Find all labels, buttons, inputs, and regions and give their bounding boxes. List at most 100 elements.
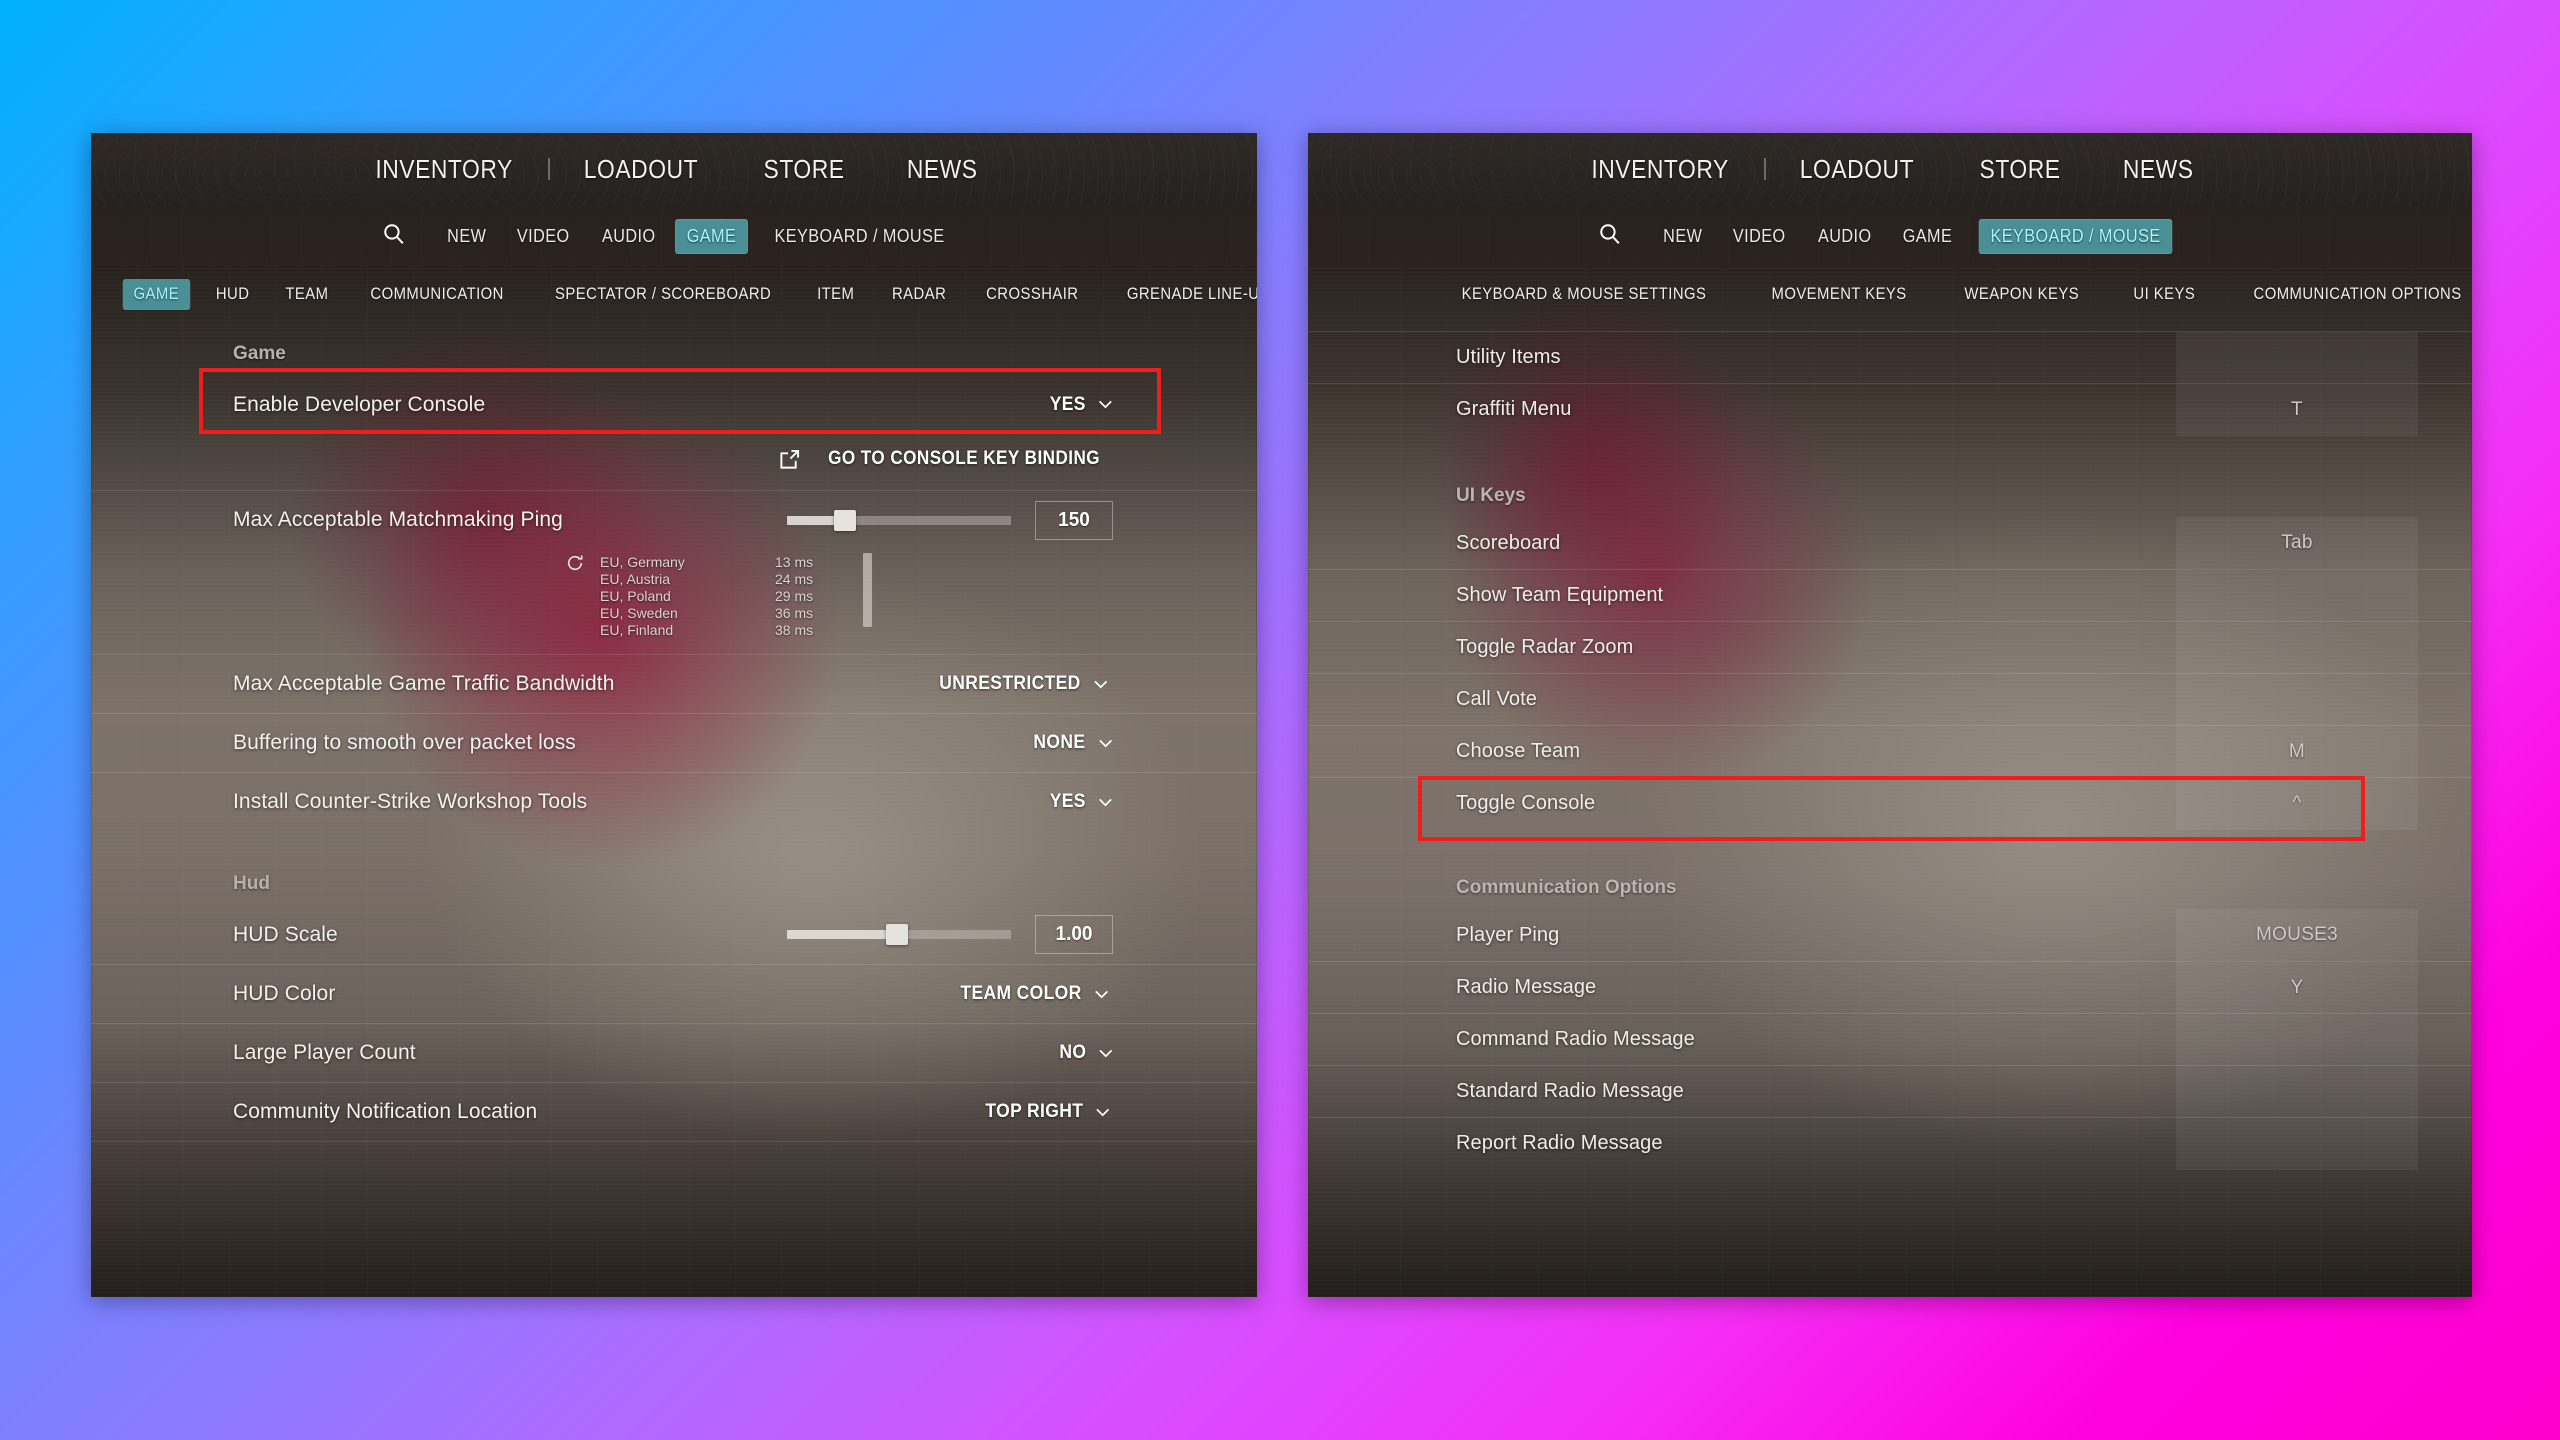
keybind-label: Player Ping: [1456, 923, 1560, 946]
keybind-value[interactable]: ^: [2176, 777, 2418, 830]
dropdown-buffering-packet-loss[interactable]: NONE: [1033, 732, 1112, 754]
dropdown-game-traffic-bandwidth[interactable]: UNRESTRICTED: [940, 673, 1108, 695]
top-nav-news[interactable]: NEWS: [2100, 154, 2217, 185]
keybind-value[interactable]: T: [2176, 383, 2418, 436]
ping-region: EU, Austria: [600, 570, 671, 587]
keybind-value[interactable]: Tab: [2176, 517, 2418, 569]
dropdown-value: YES: [1049, 791, 1086, 812]
slider-knob[interactable]: [885, 924, 908, 945]
subtab-communication-options[interactable]: COMMUNICATION OPTIONS: [2243, 279, 2472, 310]
ping-value: 29 ms: [775, 587, 814, 604]
subtab-communication[interactable]: COMMUNICATION: [359, 279, 514, 310]
keybind-value[interactable]: M: [2176, 725, 2418, 778]
dropdown-value: NO: [1059, 1042, 1086, 1063]
keybind-row-choose-team[interactable]: Choose Team M: [1308, 725, 2472, 778]
setting-label: Max Acceptable Matchmaking Ping: [233, 508, 563, 531]
keybind-row-standard-radio-message[interactable]: Standard Radio Message: [1308, 1065, 2472, 1118]
top-nav-store[interactable]: STORE: [1956, 154, 2083, 185]
keybind-value[interactable]: Y: [2176, 961, 2418, 1014]
dropdown-large-player-count[interactable]: NO: [1059, 1042, 1113, 1064]
setting-row-hud-color[interactable]: HUD Color TEAM COLOR: [91, 964, 1257, 1023]
section-title-hud: Hud: [233, 873, 270, 894]
keybind-value[interactable]: [2176, 1117, 2418, 1170]
category-audio[interactable]: AUDIO: [1806, 219, 1883, 254]
category-game[interactable]: GAME: [1891, 219, 1964, 254]
subtab-crosshair[interactable]: CROSSHAIR: [975, 279, 1089, 310]
top-navigation-bar: INVENTORY LOADOUT STORE NEWS: [91, 133, 1257, 205]
setting-row-hud-scale[interactable]: HUD Scale 1.00: [91, 905, 1257, 964]
search-icon[interactable]: [381, 221, 406, 251]
ping-value: 38 ms: [775, 621, 814, 638]
category-keyboard-mouse[interactable]: KEYBOARD / MOUSE: [1979, 218, 2173, 254]
subtab-movement-keys[interactable]: MOVEMENT KEYS: [1761, 279, 1918, 310]
settings-category-bar: NEW VIDEO AUDIO GAME KEYBOARD / MOUSE: [1308, 205, 2472, 267]
keybind-value[interactable]: [2176, 1013, 2418, 1066]
setting-row-large-player-count[interactable]: Large Player Count NO: [91, 1023, 1257, 1082]
category-keyboard-mouse[interactable]: KEYBOARD / MOUSE: [763, 219, 957, 254]
keybind-row-command-radio-message[interactable]: Command Radio Message: [1308, 1013, 2472, 1066]
dropdown-community-notification-location[interactable]: TOP RIGHT: [985, 1101, 1110, 1123]
setting-row-buffering-packet-loss[interactable]: Buffering to smooth over packet loss NON…: [91, 713, 1257, 772]
top-nav-inventory[interactable]: INVENTORY: [1568, 154, 1751, 185]
ping-row: EU, Austria 24 ms: [600, 570, 845, 587]
top-nav-store[interactable]: STORE: [740, 154, 867, 185]
subtab-team[interactable]: TEAM: [274, 279, 339, 310]
keybind-row-call-vote[interactable]: Call Vote: [1308, 673, 2472, 726]
keybind-row-scoreboard[interactable]: Scoreboard Tab: [1308, 517, 2472, 569]
top-nav-inventory[interactable]: INVENTORY: [352, 154, 535, 185]
setting-row-max-acceptable-game-traffic-bandwidth[interactable]: Max Acceptable Game Traffic Bandwidth UN…: [91, 654, 1257, 713]
subtab-item[interactable]: ITEM: [806, 279, 865, 310]
refresh-icon[interactable]: [566, 554, 584, 572]
keybind-row-player-ping[interactable]: Player Ping MOUSE3: [1308, 909, 2472, 961]
dropdown-hud-color[interactable]: TEAM COLOR: [961, 983, 1109, 1005]
setting-row-community-notification-location[interactable]: Community Notification Location TOP RIGH…: [91, 1082, 1257, 1141]
matchmaking-ping-value[interactable]: 150: [1035, 500, 1113, 540]
keybind-row-utility-items[interactable]: Utility Items: [1308, 331, 2472, 384]
category-new[interactable]: NEW: [435, 219, 498, 254]
category-audio[interactable]: AUDIO: [590, 219, 667, 254]
setting-row-install-workshop-tools[interactable]: Install Counter-Strike Workshop Tools YE…: [91, 772, 1257, 831]
setting-label: Max Acceptable Game Traffic Bandwidth: [233, 672, 615, 695]
hud-scale-value[interactable]: 1.00: [1035, 915, 1113, 954]
subtab-ui-keys[interactable]: UI KEYS: [2122, 279, 2205, 310]
setting-row-enable-developer-console[interactable]: Enable Developer Console YES: [91, 375, 1257, 434]
ping-list-scrollbar[interactable]: [863, 553, 872, 627]
dropdown-enable-developer-console[interactable]: YES: [1050, 394, 1113, 416]
search-icon[interactable]: [1597, 221, 1622, 251]
keybind-row-toggle-console[interactable]: Toggle Console ^: [1308, 777, 2472, 830]
setting-row-max-acceptable-matchmaking-ping[interactable]: Max Acceptable Matchmaking Ping 150: [91, 490, 1257, 549]
game-subtab-bar: GAME HUD TEAM COMMUNICATION SPECTATOR / …: [91, 267, 1257, 321]
keybind-value[interactable]: [2176, 1065, 2418, 1118]
subtab-radar[interactable]: RADAR: [881, 279, 957, 310]
matchmaking-ping-slider[interactable]: [787, 509, 1011, 531]
keybind-row-report-radio-message[interactable]: Report Radio Message: [1308, 1117, 2472, 1170]
hud-scale-slider[interactable]: [787, 924, 1011, 945]
top-nav-news[interactable]: NEWS: [884, 154, 1001, 185]
console-key-binding-link-row[interactable]: GO TO CONSOLE KEY BINDING: [91, 434, 1257, 490]
keybind-row-graffiti-menu[interactable]: Graffiti Menu T: [1308, 383, 2472, 436]
subtab-weapon-keys[interactable]: WEAPON KEYS: [1954, 279, 2090, 310]
category-new[interactable]: NEW: [1651, 219, 1714, 254]
category-video[interactable]: VIDEO: [1721, 219, 1797, 254]
subtab-keyboard-mouse-settings[interactable]: KEYBOARD & MOUSE SETTINGS: [1451, 279, 1717, 310]
keybind-value[interactable]: [2176, 673, 2418, 726]
keybind-row-radio-message[interactable]: Radio Message Y: [1308, 961, 2472, 1014]
subtab-grenade-lineup-reticle[interactable]: GRENADE LINE-UP RETICLE: [1117, 279, 1257, 310]
keybind-value[interactable]: [2176, 331, 2418, 384]
category-game[interactable]: GAME: [675, 218, 749, 254]
top-nav-loadout[interactable]: LOADOUT: [1777, 154, 1937, 185]
keybind-row-toggle-radar-zoom[interactable]: Toggle Radar Zoom: [1308, 621, 2472, 674]
keybind-value[interactable]: [2176, 621, 2418, 674]
top-nav-loadout[interactable]: LOADOUT: [561, 154, 721, 185]
subtab-spectator-scoreboard[interactable]: SPECTATOR / SCOREBOARD: [544, 279, 782, 310]
keybind-label: Radio Message: [1456, 976, 1597, 998]
keybind-row-show-team-equipment[interactable]: Show Team Equipment: [1308, 569, 2472, 622]
ping-region: EU, Sweden: [600, 604, 678, 621]
category-video[interactable]: VIDEO: [505, 219, 581, 254]
dropdown-install-workshop-tools[interactable]: YES: [1050, 791, 1113, 813]
keybind-value[interactable]: [2176, 569, 2418, 622]
subtab-game[interactable]: GAME: [122, 278, 190, 310]
slider-knob[interactable]: [834, 509, 857, 531]
subtab-hud[interactable]: HUD: [205, 279, 260, 310]
keybind-value[interactable]: MOUSE3: [2176, 909, 2418, 961]
